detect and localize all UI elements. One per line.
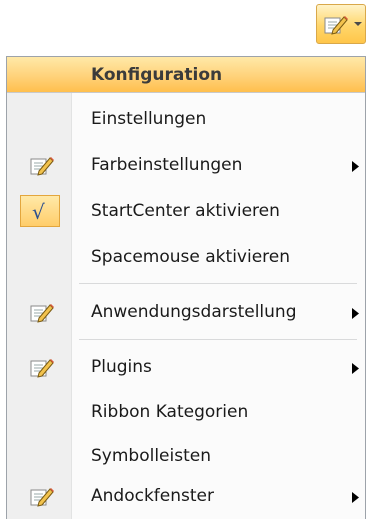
menu-item-label: Anwendungsdarstellung [91, 302, 297, 322]
menu-item-label: Farbeinstellungen [91, 155, 243, 175]
menu-separator [79, 283, 357, 284]
menu-item-ribbon-kategorien[interactable]: Ribbon Kategorien [7, 390, 365, 436]
menu-item-einstellungen[interactable]: Einstellungen [7, 97, 365, 143]
menu-item-label: Spacemouse aktivieren [91, 247, 291, 267]
menu-item-farbeinstellungen[interactable]: Farbeinstellungen [7, 143, 365, 189]
edit-icon [30, 359, 54, 378]
menu-item-label: Symbolleisten [91, 446, 211, 466]
menu-item-spacemouse-aktivieren[interactable]: Spacemouse aktivieren [7, 235, 365, 281]
edit-icon [30, 157, 54, 176]
menu-separator [79, 339, 357, 340]
edit-icon [30, 304, 54, 323]
menu-item-label: StartCenter aktivieren [91, 201, 280, 221]
submenu-arrow-icon [352, 308, 359, 319]
edit-icon [324, 16, 348, 35]
submenu-arrow-icon [352, 492, 359, 503]
menu-item-label: Plugins [91, 357, 152, 377]
menu-header-konfiguration: Konfiguration [7, 57, 365, 93]
submenu-arrow-icon [352, 363, 359, 374]
submenu-arrow-icon [352, 161, 359, 172]
menu-item-startcenter-aktivieren[interactable]: √ StartCenter aktivieren [7, 189, 365, 235]
menu-item-plugins[interactable]: Plugins [7, 345, 365, 391]
configuration-menu: Konfiguration Einstellungen Farbeinstell… [6, 56, 366, 519]
menu-item-label: Ribbon Kategorien [91, 402, 249, 422]
checkmark-box: √ [20, 195, 60, 227]
menu-header-label: Konfiguration [91, 65, 223, 85]
menu-item-label: Andockfenster [91, 486, 214, 506]
configuration-toolbar-button[interactable] [316, 4, 366, 44]
menu-item-andockfenster[interactable]: Andockfenster [7, 474, 365, 520]
checkmark-icon: √ [32, 200, 45, 224]
menu-item-label: Einstellungen [91, 109, 207, 129]
menu-item-anwendungsdarstellung[interactable]: Anwendungsdarstellung [7, 290, 365, 336]
chevron-down-icon [354, 22, 362, 26]
edit-icon [30, 488, 54, 507]
